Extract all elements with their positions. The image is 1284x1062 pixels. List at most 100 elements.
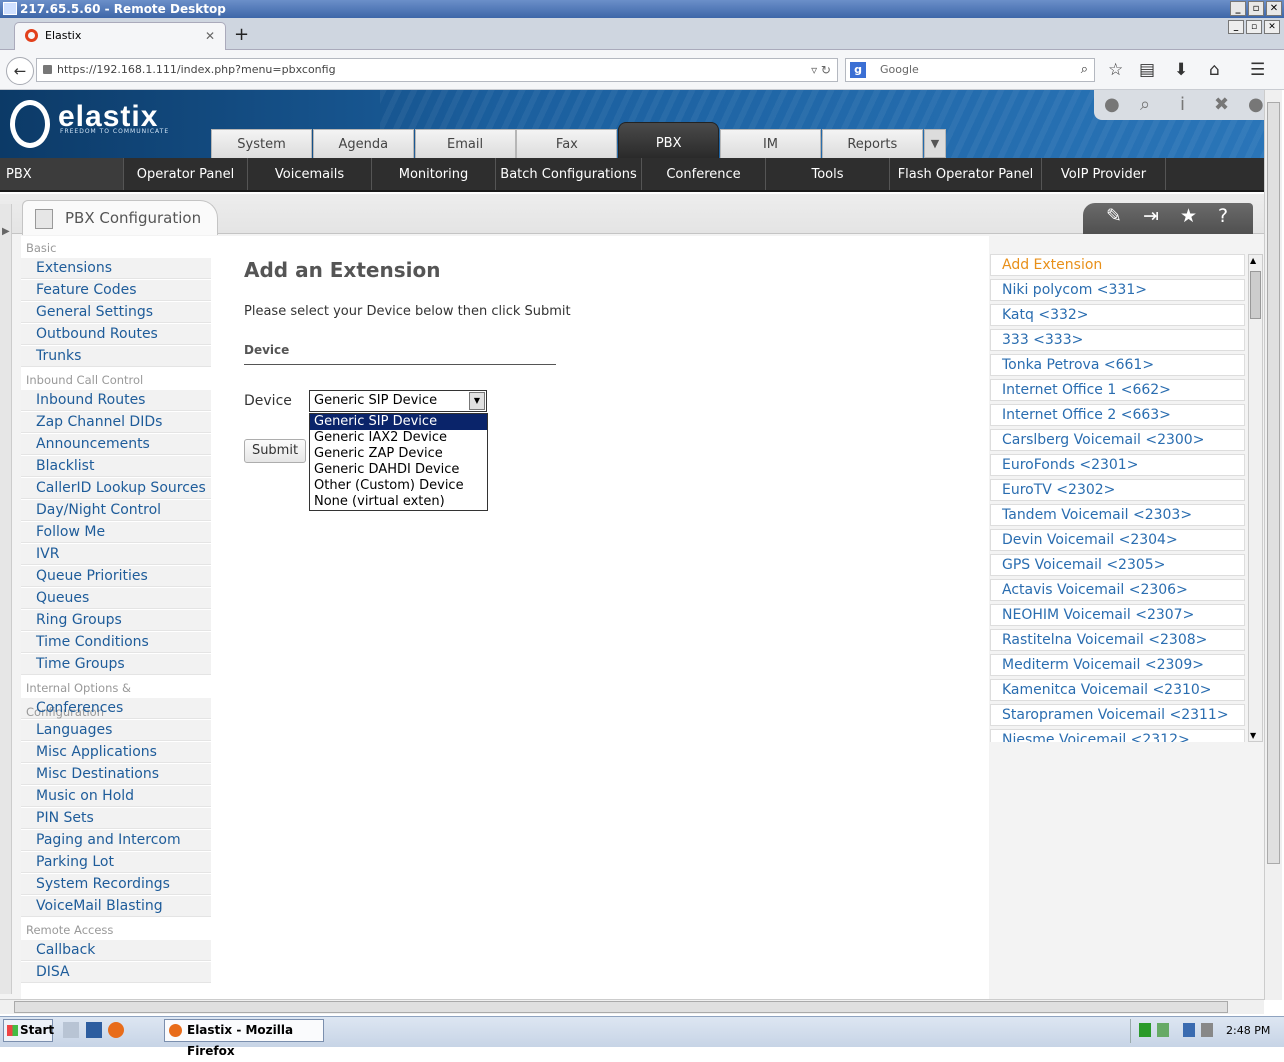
sidebar-toggle-arrow-icon[interactable]: ▶ bbox=[2, 226, 10, 237]
extension-list-item[interactable]: Internet Office 1 <662> bbox=[990, 379, 1245, 401]
device-option[interactable]: Other (Custom) Device bbox=[310, 478, 487, 494]
extension-list-item[interactable]: 333 <333> bbox=[990, 329, 1245, 351]
submenu-tools[interactable]: Tools bbox=[766, 158, 890, 190]
submenu-voip-provider[interactable]: VoIP Provider bbox=[1042, 158, 1166, 190]
submenu-flash-operator-panel[interactable]: Flash Operator Panel bbox=[890, 158, 1042, 190]
bookmarks-list-icon[interactable]: ▤ bbox=[1139, 60, 1155, 80]
submit-button[interactable]: Submit bbox=[244, 439, 306, 463]
security-icon[interactable] bbox=[1157, 1023, 1169, 1037]
restore-button[interactable]: ▫ bbox=[1248, 1, 1264, 16]
extension-list-item[interactable]: GPS Voicemail <2305> bbox=[990, 554, 1245, 576]
user-icon[interactable]: ● bbox=[1248, 94, 1264, 115]
inner-restore-button[interactable]: ▫ bbox=[1246, 20, 1262, 34]
device-select[interactable]: Generic SIP Device ▼ bbox=[309, 390, 487, 412]
extension-list-item[interactable]: Rastitelna Voicemail <2308> bbox=[990, 629, 1245, 651]
tab-im[interactable]: IM bbox=[720, 129, 821, 158]
submenu-conference[interactable]: Conference bbox=[642, 158, 766, 190]
scroll-thumb[interactable] bbox=[1250, 271, 1261, 319]
tab-pbx[interactable]: PBX bbox=[618, 122, 720, 158]
submenu-batch-configurations[interactable]: Batch Configurations bbox=[496, 158, 642, 190]
sidebar-item-ring-groups[interactable]: Ring Groups bbox=[21, 610, 211, 631]
sidebar-item-zap-channel-dids[interactable]: Zap Channel DIDs bbox=[21, 412, 211, 433]
download-icon[interactable]: ⬇ bbox=[1174, 60, 1188, 80]
extension-list-item[interactable]: Tandem Voicemail <2303> bbox=[990, 504, 1245, 526]
extensions-scrollbar[interactable]: ▲ ▼ bbox=[1248, 254, 1263, 742]
extension-list-item[interactable]: NEOHIM Voicemail <2307> bbox=[990, 604, 1245, 626]
page-hscroll-thumb[interactable] bbox=[14, 1001, 1228, 1013]
sidebar-item-queue-priorities[interactable]: Queue Priorities bbox=[21, 566, 211, 587]
tabs-more-chevron-icon[interactable]: ▼ bbox=[924, 129, 946, 158]
submenu-voicemails[interactable]: Voicemails bbox=[248, 158, 372, 190]
sidebar-item-day-night-control[interactable]: Day/Night Control bbox=[21, 500, 211, 521]
extension-list-item[interactable]: Internet Office 2 <663> bbox=[990, 404, 1245, 426]
tab-fax[interactable]: Fax bbox=[516, 129, 618, 158]
add-extension-link[interactable]: Add Extension bbox=[990, 254, 1245, 276]
search-icon[interactable]: ⌕ bbox=[1081, 59, 1088, 81]
close-tab-icon[interactable]: ✕ bbox=[205, 23, 215, 49]
device-option[interactable]: Generic IAX2 Device bbox=[310, 430, 487, 446]
sidebar-item-time-groups[interactable]: Time Groups bbox=[21, 654, 211, 675]
tab-reports[interactable]: Reports bbox=[821, 129, 923, 158]
sidebar-item-outbound-routes[interactable]: Outbound Routes bbox=[21, 324, 211, 345]
back-button[interactable]: ← bbox=[6, 57, 34, 85]
sidebar-item-ivr[interactable]: IVR bbox=[21, 544, 211, 565]
submenu-monitoring[interactable]: Monitoring bbox=[372, 158, 496, 190]
sidebar-item-music-on-hold[interactable]: Music on Hold bbox=[21, 786, 211, 807]
sidebar-item-misc-applications[interactable]: Misc Applications bbox=[21, 742, 211, 763]
extension-list-item[interactable]: Tonka Petrova <661> bbox=[990, 354, 1245, 376]
extension-list-item[interactable]: Actavis Voicemail <2306> bbox=[990, 579, 1245, 601]
reload-icon[interactable]: ▿ ↻ bbox=[811, 59, 831, 81]
tab-system[interactable]: System bbox=[211, 129, 312, 158]
help-icon[interactable]: ? bbox=[1218, 205, 1228, 227]
sidebar-item-callback[interactable]: Callback bbox=[21, 940, 211, 961]
submenu-pbx-configuration[interactable]: PBX Configuration bbox=[0, 158, 124, 215]
taskbar-firefox-item[interactable]: Elastix - Mozilla Firefox bbox=[164, 1019, 324, 1058]
sidebar-item-follow-me[interactable]: Follow Me bbox=[21, 522, 211, 543]
sidebar-toggle[interactable]: ▶ bbox=[0, 204, 12, 994]
inner-close-button[interactable]: ✕ bbox=[1264, 20, 1280, 34]
page-vscroll-thumb[interactable] bbox=[1267, 102, 1280, 864]
sidebar-item-voicemail-blasting[interactable]: VoiceMail Blasting bbox=[21, 896, 211, 917]
extension-list-item[interactable]: Carslberg Voicemail <2300> bbox=[990, 429, 1245, 451]
search-tool-icon[interactable]: ⌕ bbox=[1140, 94, 1150, 115]
speaker-muted-icon[interactable] bbox=[1201, 1023, 1213, 1037]
extension-list-item[interactable]: Niki polycom <331> bbox=[990, 279, 1245, 301]
extension-list-item[interactable]: Staropramen Voicemail <2311> bbox=[990, 704, 1245, 726]
device-option[interactable]: Generic DAHDI Device bbox=[310, 462, 487, 478]
sidebar-item-languages[interactable]: Languages bbox=[21, 720, 211, 741]
page-vertical-scrollbar[interactable] bbox=[1264, 90, 1282, 1000]
info-icon[interactable]: i bbox=[1180, 94, 1185, 115]
extension-list-item[interactable]: Niesme Voicemail <2312> bbox=[990, 729, 1245, 742]
edit-icon[interactable]: ✎ bbox=[1106, 205, 1122, 227]
sidebar-item-trunks[interactable]: Trunks bbox=[21, 346, 211, 367]
sidebar-item-conferences[interactable]: Conferences bbox=[21, 698, 211, 719]
sidebar-item-time-conditions[interactable]: Time Conditions bbox=[21, 632, 211, 653]
sidebar-item-parking-lot[interactable]: Parking Lot bbox=[21, 852, 211, 873]
device-option[interactable]: Generic ZAP Device bbox=[310, 446, 487, 462]
search-box[interactable]: g Google ⌕ bbox=[845, 58, 1095, 82]
dropdown-arrow-icon[interactable]: ▼ bbox=[469, 392, 485, 410]
bookmark-star-icon[interactable]: ☆ bbox=[1108, 60, 1123, 80]
extension-list-item[interactable]: Devin Voicemail <2304> bbox=[990, 529, 1245, 551]
scroll-up-icon[interactable]: ▲ bbox=[1250, 256, 1256, 265]
scroll-down-icon[interactable]: ▼ bbox=[1250, 731, 1256, 740]
sidebar-item-general-settings[interactable]: General Settings bbox=[21, 302, 211, 323]
sidebar-item-disa[interactable]: DISA bbox=[21, 962, 211, 983]
extension-list-item[interactable]: EuroFonds <2301> bbox=[990, 454, 1245, 476]
url-bar[interactable]: https://192.168.1.111/index.php?menu=pbx… bbox=[36, 58, 838, 82]
extension-list-item[interactable]: Kamenitca Voicemail <2310> bbox=[990, 679, 1245, 701]
powershell-icon[interactable] bbox=[86, 1022, 102, 1038]
browser-tab[interactable]: Elastix ✕ bbox=[14, 22, 226, 50]
server-manager-icon[interactable] bbox=[63, 1022, 79, 1038]
inner-minimize-button[interactable]: _ bbox=[1228, 20, 1244, 34]
favorite-star-icon[interactable]: ★ bbox=[1180, 205, 1197, 227]
shield-icon[interactable] bbox=[1139, 1023, 1151, 1037]
sidebar-item-extensions[interactable]: Extensions bbox=[21, 258, 211, 279]
close-button[interactable]: ✕ bbox=[1266, 1, 1282, 16]
theme-icon[interactable]: ● bbox=[1104, 94, 1120, 115]
submenu-operator-panel[interactable]: Operator Panel bbox=[124, 158, 248, 190]
device-option[interactable]: Generic SIP Device bbox=[310, 414, 487, 430]
device-option[interactable]: None (virtual exten) bbox=[310, 494, 487, 510]
minimize-button[interactable]: _ bbox=[1230, 1, 1246, 16]
firefox-icon[interactable] bbox=[108, 1022, 124, 1038]
